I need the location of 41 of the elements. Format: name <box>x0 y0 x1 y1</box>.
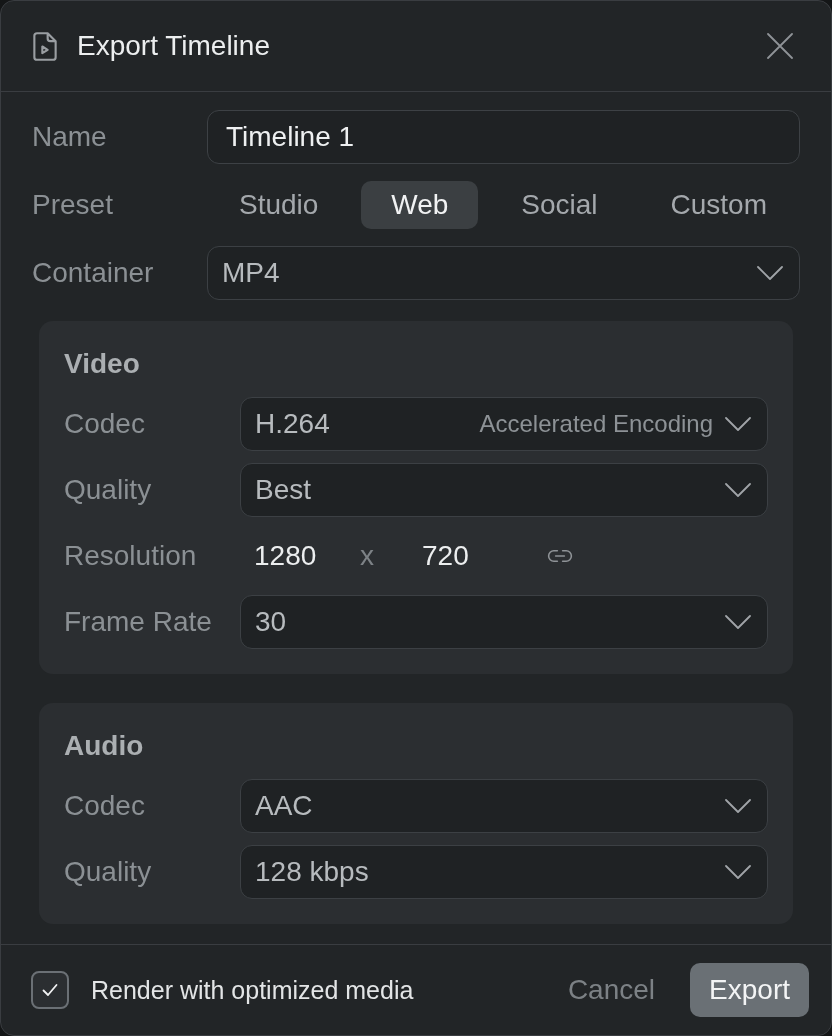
checkbox-label: Render with optimized media <box>91 975 414 1005</box>
video-file-icon <box>33 31 57 61</box>
dialog-title: Export Timeline <box>77 29 270 63</box>
chevron-down-icon <box>725 615 751 629</box>
preset-tab[interactable]: Social <box>491 181 628 229</box>
section-title: Video <box>64 347 141 381</box>
field-label: Codec <box>64 789 146 823</box>
dropdown[interactable]: MP4 <box>207 246 800 300</box>
dropdown[interactable]: Best <box>240 463 768 517</box>
field-label: Codec <box>64 407 146 441</box>
preset-tab[interactable]: Custom <box>640 181 797 229</box>
checkbox[interactable] <box>31 971 69 1009</box>
preset-tab[interactable]: Studio <box>209 181 349 229</box>
dropdown[interactable]: 128 kbps <box>240 845 768 899</box>
field-label: Quality <box>64 855 153 889</box>
close-icon <box>767 33 793 59</box>
field-label: Name <box>32 120 108 154</box>
field-label: Frame Rate <box>64 605 213 639</box>
preset-tab[interactable]: Web <box>361 181 479 229</box>
dropdown[interactable]: 30 <box>240 595 768 649</box>
section-title: Audio <box>64 729 145 763</box>
field-label: Container <box>32 256 155 290</box>
chevron-down-icon <box>757 266 783 280</box>
name-input[interactable]: Timeline 1 <box>207 110 800 164</box>
times-sign: x <box>360 539 374 573</box>
chevron-down-icon <box>725 417 751 431</box>
chevron-down-icon <box>725 483 751 497</box>
field-label: Quality <box>64 473 153 507</box>
height-input[interactable]: 720 <box>408 529 520 583</box>
check-icon <box>42 983 58 997</box>
field-label: Resolution <box>64 539 198 573</box>
field-label: Preset <box>32 188 114 222</box>
dropdown[interactable]: AAC <box>240 779 768 833</box>
link-icon[interactable] <box>546 549 574 563</box>
export-button[interactable]: Export <box>690 963 809 1017</box>
chevron-down-icon <box>725 799 751 813</box>
cancel-button[interactable]: Cancel <box>551 963 672 1017</box>
dropdown[interactable]: H.264 Accelerated Encoding <box>240 397 768 451</box>
hint-text: Accelerated Encoding <box>479 410 713 438</box>
chevron-down-icon <box>725 865 751 879</box>
width-input[interactable]: 1280 <box>240 529 352 583</box>
